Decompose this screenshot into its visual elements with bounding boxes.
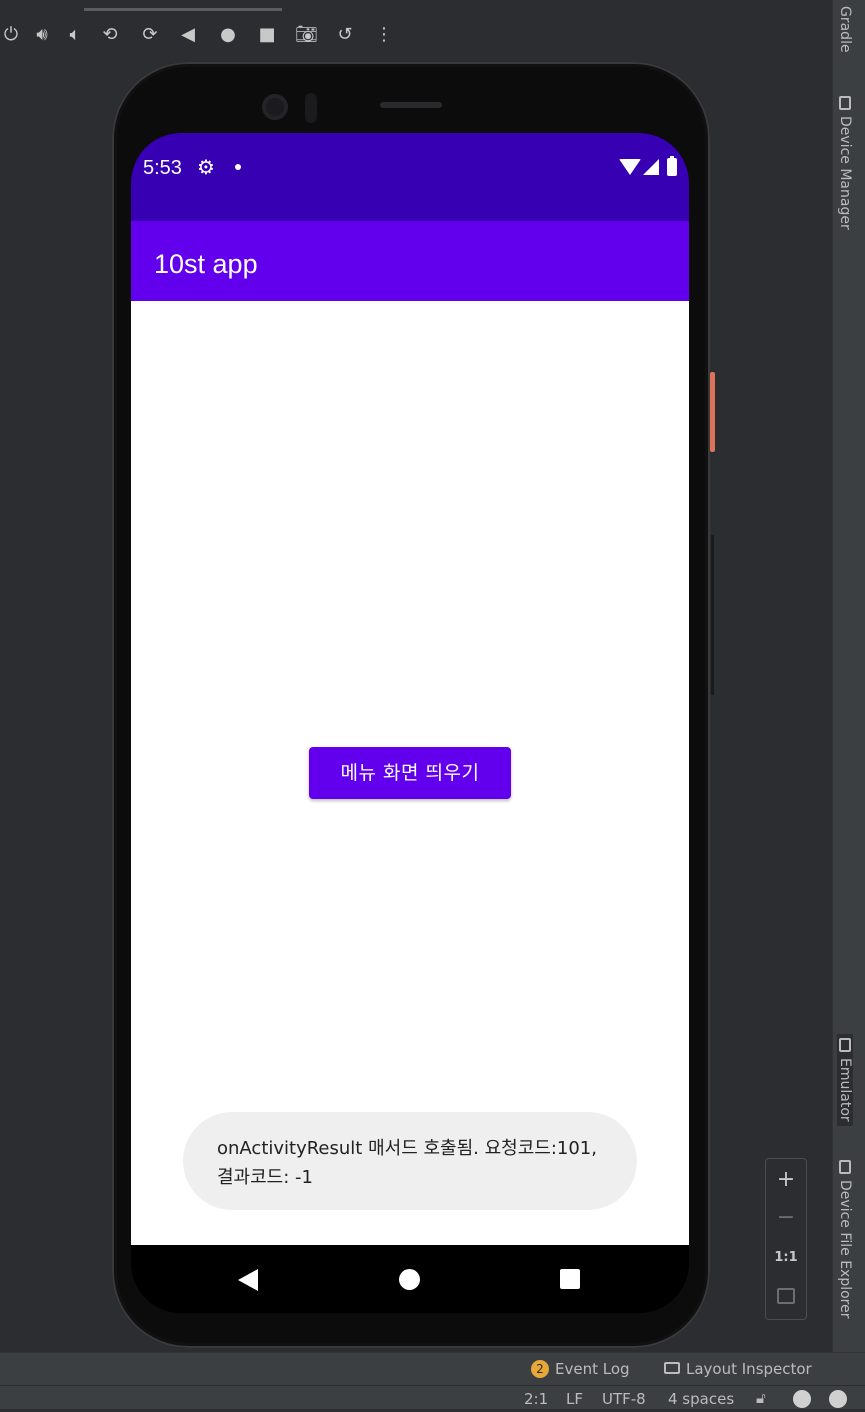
earpiece-speaker <box>380 102 442 108</box>
wifi-icon <box>619 159 641 175</box>
proximity-sensor <box>305 93 317 123</box>
zoom-fit-button[interactable] <box>766 1277 806 1315</box>
device-file-explorer-tab[interactable]: Device File Explorer <box>837 1160 853 1319</box>
rotate-left-icon[interactable]: ⟲ <box>99 24 121 46</box>
device-manager-tab[interactable]: Device Manager <box>837 96 853 230</box>
device-manager-tab-label: Device Manager <box>837 116 853 230</box>
android-nav-bar <box>131 1245 689 1313</box>
app-title: 10st app <box>154 249 258 279</box>
rotate-right-icon[interactable]: ⟳ <box>139 24 161 46</box>
device-tab-underline <box>84 8 282 11</box>
smile-icon <box>793 1390 811 1408</box>
overview-icon[interactable]: ■ <box>256 24 278 46</box>
gradle-tab-label: Gradle <box>837 6 853 53</box>
nav-recents-icon[interactable] <box>560 1269 580 1289</box>
settings-gear-icon: ⚙ <box>197 155 215 179</box>
zoom-actual-size-button[interactable]: 1:1 <box>766 1239 806 1277</box>
event-log-label: Event Log <box>555 1360 630 1378</box>
power-key[interactable] <box>710 372 715 452</box>
nav-back-icon[interactable] <box>238 1269 258 1291</box>
indent-setting[interactable]: 4 spaces <box>668 1390 734 1408</box>
feedback-sad-icon[interactable] <box>829 1390 847 1412</box>
front-camera <box>262 94 288 120</box>
emulator-icon <box>839 1038 851 1052</box>
feedback-happy-icon[interactable] <box>793 1390 811 1412</box>
zoom-controls: + − 1:1 <box>765 1158 807 1320</box>
emulator-tab-label: Emulator <box>837 1058 853 1122</box>
notification-dot-icon <box>235 164 241 170</box>
layout-inspector-label: Layout Inspector <box>686 1360 812 1378</box>
frown-icon <box>829 1390 847 1408</box>
volume-down-icon[interactable]: 🔈︎ <box>64 24 86 46</box>
gradle-tab[interactable]: Gradle <box>837 6 853 53</box>
android-status-bar: 5:53 ⚙ <box>131 133 689 221</box>
emulator-tab[interactable]: Emulator <box>837 1034 853 1126</box>
layout-inspector-button[interactable]: Layout Inspector <box>664 1360 812 1378</box>
file-encoding[interactable]: UTF-8 <box>602 1390 646 1408</box>
device-file-explorer-icon <box>839 1160 851 1174</box>
cell-signal-icon <box>643 159 659 175</box>
snapshot-icon[interactable]: ↺ <box>334 24 356 46</box>
power-icon[interactable]: ⏻ <box>0 24 22 46</box>
main-content: 메뉴 화면 띄우기 onActivityResult 매서드 호출됨. 요청코드… <box>131 301 689 1245</box>
device-screen[interactable]: 5:53 ⚙ 10st app 메뉴 화면 띄우기 onActivityResu… <box>131 133 689 1313</box>
nav-home-icon[interactable] <box>399 1269 420 1290</box>
lock-icon[interactable]: 🔓︎ <box>756 1389 766 1407</box>
ide-status-bar: 2:1 LF UTF-8 4 spaces 🔓︎ <box>0 1385 865 1409</box>
volume-key[interactable] <box>711 535 714 695</box>
tool-window-bar: 2 Event Log Layout Inspector <box>0 1352 865 1386</box>
layout-inspector-icon <box>664 1362 680 1374</box>
event-log-count-badge: 2 <box>531 1360 549 1378</box>
device-manager-icon <box>839 96 851 110</box>
show-menu-button[interactable]: 메뉴 화면 띄우기 <box>309 747 511 799</box>
app-bar: 10st app <box>131 221 689 301</box>
emulator-toolbar: ⏻ 🔊︎ 🔈︎ ⟲ ⟳ ◀ ● ■ 📷︎ ↺ ⋮ <box>0 0 833 57</box>
device-file-explorer-tab-label: Device File Explorer <box>837 1180 853 1319</box>
event-log-button[interactable]: 2 Event Log <box>531 1360 630 1378</box>
right-tool-strip: Gradle Device Manager Emulator Device Fi… <box>832 0 865 1352</box>
line-ending[interactable]: LF <box>566 1390 583 1408</box>
battery-icon <box>667 156 677 176</box>
volume-up-icon[interactable]: 🔊︎ <box>31 24 53 46</box>
more-icon[interactable]: ⋮ <box>373 24 395 46</box>
zoom-out-button[interactable]: − <box>766 1199 806 1237</box>
toast-message: onActivityResult 매서드 호출됨. 요청코드:101,결과코드:… <box>183 1112 637 1210</box>
zoom-in-button[interactable]: + <box>766 1161 806 1199</box>
home-icon[interactable]: ● <box>217 24 239 46</box>
caret-position[interactable]: 2:1 <box>524 1390 548 1408</box>
back-icon[interactable]: ◀ <box>177 24 199 46</box>
camera-icon[interactable]: 📷︎ <box>295 24 318 46</box>
status-icons <box>619 156 677 177</box>
status-time: 5:53 <box>143 157 182 179</box>
fit-screen-icon <box>777 1288 795 1304</box>
